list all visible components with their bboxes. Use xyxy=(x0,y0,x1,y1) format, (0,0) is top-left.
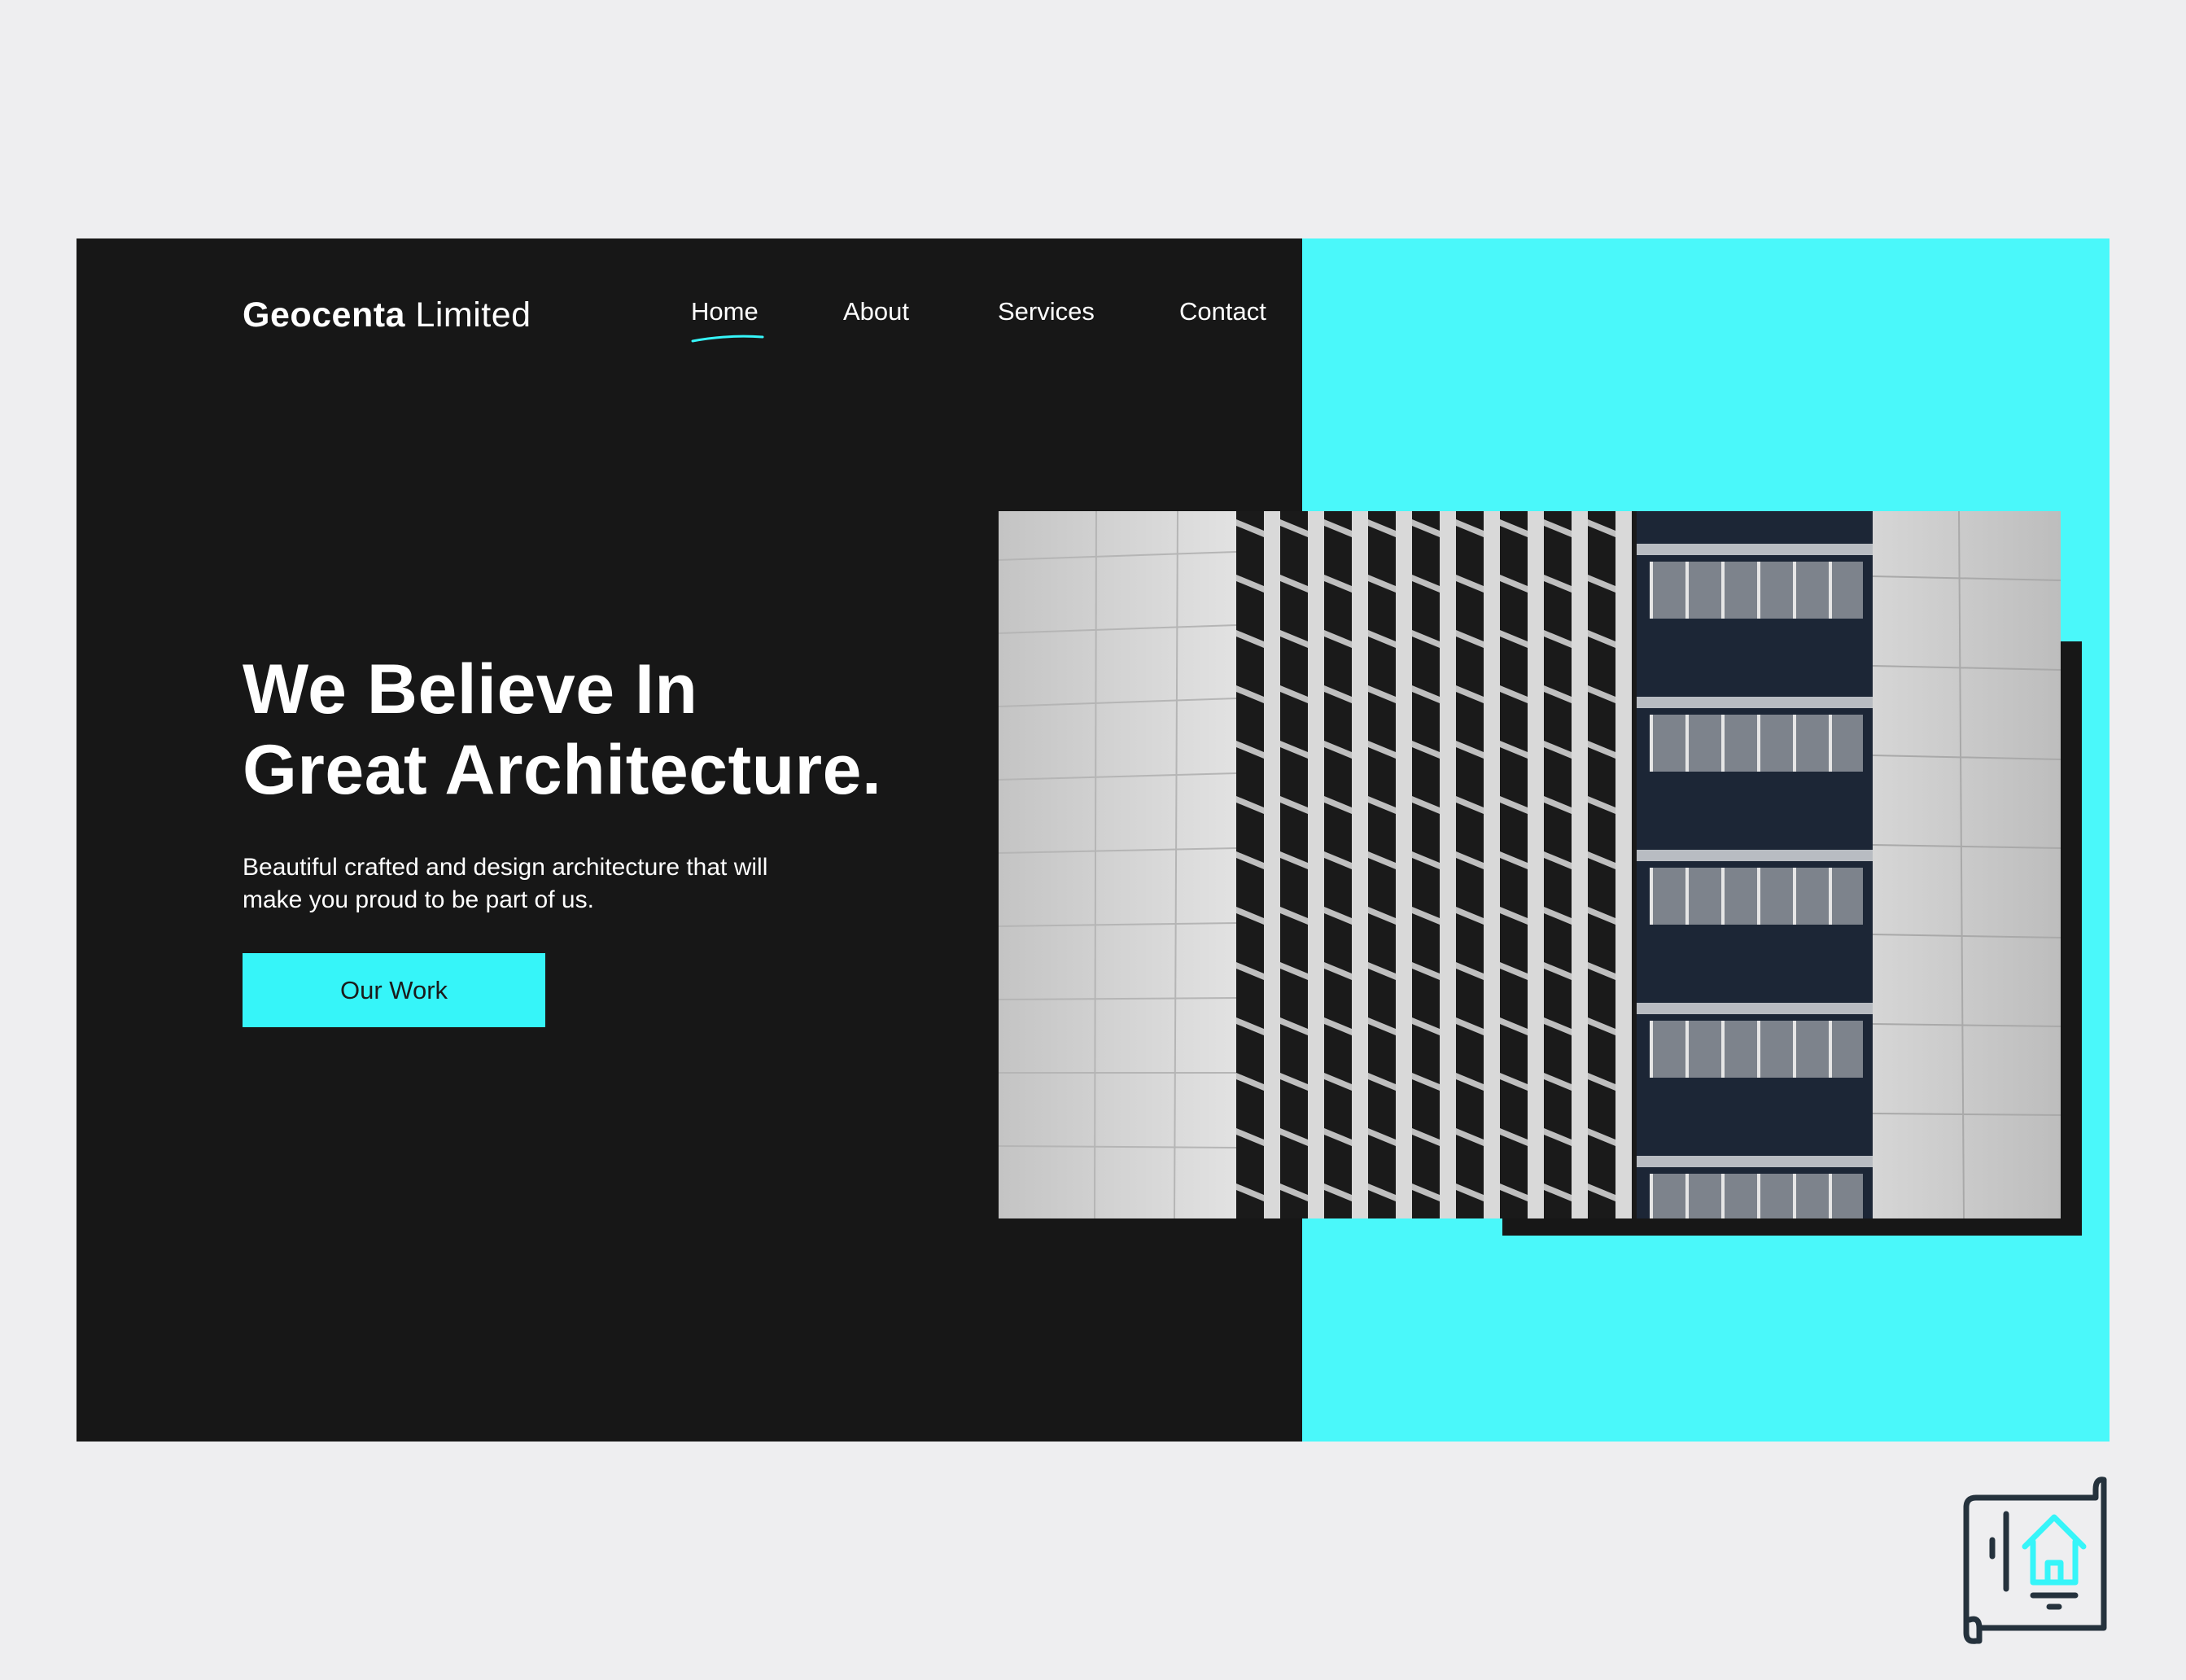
nav-services-label: Services xyxy=(998,297,1095,326)
hero-subtitle: Beautiful crafted and design architectur… xyxy=(243,851,885,917)
brand-name-light: Limited xyxy=(415,295,531,335)
nav-about[interactable]: About xyxy=(843,297,909,326)
hero-subtitle-line1: Beautiful crafted and design architectur… xyxy=(243,854,768,881)
nav-about-label: About xyxy=(843,297,910,326)
nav-contact[interactable]: Contact xyxy=(1179,297,1266,326)
nav-home-label: Home xyxy=(691,297,759,326)
hero-building-image xyxy=(999,511,2061,1218)
nav-home[interactable]: Home xyxy=(691,297,764,343)
hero-title-line2: Great Architecture. xyxy=(243,731,882,809)
nav-services[interactable]: Services xyxy=(998,297,1095,326)
landing-hero-frame: Geocenta Limited Home About Services Con… xyxy=(77,238,2109,1442)
building-facade-photo xyxy=(999,511,2061,1218)
brand-logo[interactable]: Geocenta Limited xyxy=(243,295,531,335)
active-underline xyxy=(691,335,764,343)
hero-subtitle-line2: make you proud to be part of us. xyxy=(243,886,594,913)
our-work-button[interactable]: Our Work xyxy=(243,953,545,1027)
nav-contact-label: Contact xyxy=(1179,297,1266,326)
hero-title: We Believe In Great Architecture. xyxy=(243,650,881,811)
blueprint-house-icon[interactable] xyxy=(1961,1473,2113,1646)
hero-title-line1: We Believe In xyxy=(243,650,698,728)
brand-name-bold: Geocenta xyxy=(243,295,405,335)
